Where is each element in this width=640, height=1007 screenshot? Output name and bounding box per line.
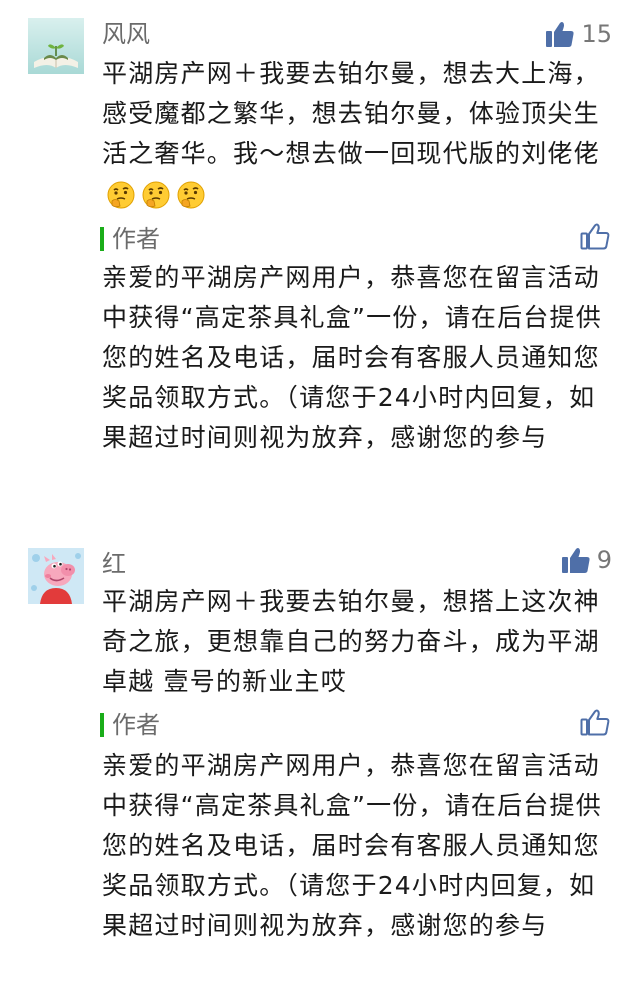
comment-text: 平湖房产网＋我要去铂尔曼，想去大上海，感受魔都之繁华，想去铂尔曼，体验顶尖生活之… — [102, 54, 612, 214]
book-sprout-avatar-icon — [28, 18, 84, 74]
thumbs-up-filled-icon — [561, 548, 590, 573]
avatar[interactable] — [28, 18, 84, 74]
thinking-face-icon — [142, 181, 170, 209]
reply-accent-bar — [100, 227, 104, 251]
emoji-group — [106, 180, 206, 210]
author-reply-label: 作者 — [100, 710, 160, 740]
thinking-face-icon — [177, 181, 205, 209]
avatar[interactable] — [28, 548, 84, 604]
like-count: 9 — [596, 546, 612, 574]
comment-text-content: 平湖房产网＋我要去铂尔曼，想去大上海，感受魔都之繁华，想去铂尔曼，体验顶尖生活之… — [102, 59, 600, 168]
thumbs-up-outline-icon — [580, 709, 610, 736]
comment-item: 风风 15 平湖房产网＋我要去铂尔曼，想去大上海，感受魔都之繁华，想去铂尔曼，体… — [0, 0, 640, 510]
reply-text: 亲爱的平湖房产网用户，恭喜您在留言活动中获得“高定茶具礼盒”一份，请在后台提供您… — [102, 263, 602, 452]
reply-author-name: 作者 — [112, 225, 160, 253]
comment-text: 平湖房产网＋我要去铂尔曼，想搭上这次神奇之旅，更想靠自己的努力奋斗，成为平湖卓越… — [102, 587, 600, 696]
thinking-face-icon — [107, 181, 135, 209]
reply-like-button[interactable] — [580, 708, 610, 740]
like-button[interactable]: 15 — [545, 17, 612, 51]
like-button[interactable]: 9 — [561, 543, 612, 577]
reply-like-button[interactable] — [580, 222, 610, 254]
like-count: 15 — [581, 20, 612, 48]
comment-item: 红 9 平湖房产网＋我要去铂尔曼，想搭上这次神奇之旅，更想靠自己的努力奋斗，成为… — [0, 530, 640, 1007]
comment-nickname: 红 — [102, 550, 126, 578]
reply-author-name: 作者 — [112, 711, 160, 739]
reply-text: 亲爱的平湖房产网用户，恭喜您在留言活动中获得“高定茶具礼盒”一份，请在后台提供您… — [102, 751, 602, 940]
thumbs-up-filled-icon — [546, 22, 575, 47]
thumbs-up-outline-icon — [580, 223, 610, 250]
comment-nickname: 风风 — [102, 20, 150, 48]
author-reply-label: 作者 — [100, 224, 160, 254]
reply-accent-bar — [100, 713, 104, 737]
pig-avatar-icon — [28, 548, 84, 604]
